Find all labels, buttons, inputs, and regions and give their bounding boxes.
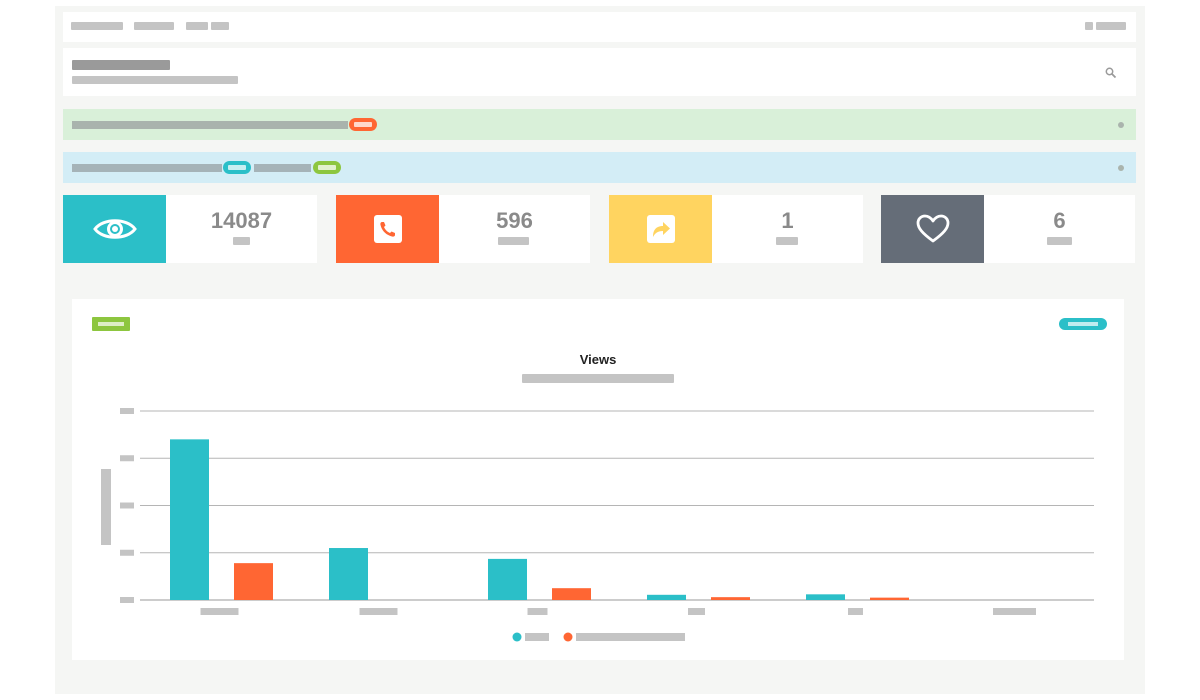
- x-tick-label: [200, 608, 239, 615]
- stat-label: [1047, 237, 1072, 245]
- alert-badge: [313, 161, 341, 174]
- stat-icon-box: [336, 195, 439, 263]
- stat-value: 596: [496, 208, 533, 233]
- alert-close-icon[interactable]: [1118, 122, 1124, 128]
- page-header: [63, 48, 1136, 96]
- alert-badge: [349, 118, 377, 131]
- chart-bar: [170, 439, 209, 600]
- stat-icon-box: [609, 195, 712, 263]
- legend-label: [576, 633, 685, 641]
- stat-icon-box: [63, 195, 166, 263]
- y-tick-label: [120, 549, 134, 556]
- y-tick-label: [120, 408, 134, 414]
- nav-item[interactable]: [134, 22, 174, 30]
- x-tick-label: [688, 608, 705, 615]
- stat-label: [233, 237, 250, 245]
- eye-icon: [92, 219, 137, 239]
- x-tick-label: [527, 608, 548, 615]
- chart-bar: [711, 597, 750, 600]
- chart-bar: [647, 594, 686, 600]
- stat-label: [776, 237, 798, 245]
- nav-item[interactable]: [71, 22, 123, 30]
- stat-card-views[interactable]: 14087: [63, 195, 317, 263]
- chart-bar: [552, 588, 591, 600]
- legend-marker: [512, 632, 522, 642]
- phone-icon: [373, 215, 402, 243]
- user-menu[interactable]: [1085, 22, 1126, 30]
- top-navbar: [63, 12, 1136, 42]
- alert-text: [254, 164, 311, 172]
- page-canvas: 14087 596 1 6 Views: [55, 6, 1145, 694]
- alert-success: [63, 109, 1136, 140]
- nav-item[interactable]: [186, 22, 208, 30]
- stat-value: 1: [781, 208, 794, 233]
- stat-card-likes[interactable]: 6: [881, 195, 1135, 263]
- stat-icon-box: [881, 195, 984, 263]
- y-tick-label: [120, 455, 134, 462]
- alert-text: [72, 164, 222, 172]
- y-tick-label: [120, 597, 134, 603]
- page-title: [72, 60, 170, 70]
- chart-bar: [234, 563, 273, 600]
- chart-bar: [488, 558, 527, 600]
- chart-bar: [870, 597, 909, 600]
- alert-badge: [223, 161, 251, 174]
- stat-label: [498, 237, 529, 245]
- y-tick-label: [120, 502, 134, 509]
- y-axis-title: [101, 469, 111, 545]
- user-avatar-icon: [1085, 22, 1093, 30]
- stat-value: 14087: [210, 208, 273, 233]
- share-icon: [646, 215, 675, 243]
- legend-marker: [563, 632, 573, 642]
- stat-card-shares[interactable]: 1: [609, 195, 863, 263]
- stat-value: 6: [1053, 208, 1066, 233]
- stat-card-calls[interactable]: 596: [336, 195, 590, 263]
- chart-bar: [806, 594, 845, 600]
- views-bar-chart: [101, 408, 1094, 642]
- nav-item[interactable]: [211, 22, 229, 30]
- legend-label: [525, 633, 549, 641]
- x-tick-label: [993, 608, 1036, 615]
- x-tick-label: [359, 608, 398, 615]
- user-name: [1096, 22, 1126, 30]
- heart-icon: [916, 214, 949, 243]
- chart-panel: Views: [72, 299, 1124, 660]
- alert-text: [72, 121, 348, 129]
- alert-close-icon[interactable]: [1118, 165, 1124, 171]
- x-tick-label: [848, 608, 863, 615]
- alert-info: [63, 152, 1136, 183]
- page-subtitle: [72, 76, 238, 84]
- chart-bar: [329, 548, 368, 600]
- search-icon[interactable]: [1104, 66, 1118, 80]
